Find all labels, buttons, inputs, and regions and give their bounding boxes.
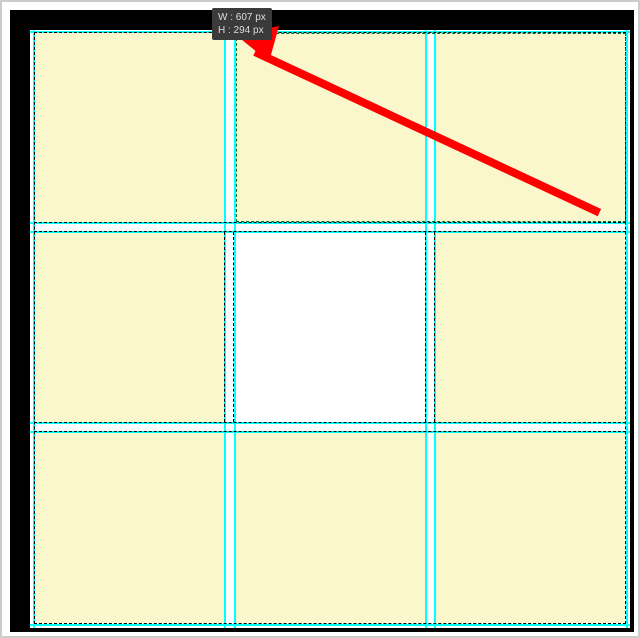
guide-horizontal[interactable] — [30, 624, 630, 626]
tooltip-width-label: W : 607 px — [218, 11, 266, 24]
selection-marquee-segment — [425, 232, 435, 422]
tooltip-height-label: H : 294 px — [218, 24, 266, 37]
selection-marquee-segment — [34, 222, 626, 232]
canvas[interactable] — [30, 30, 630, 628]
dimensions-tooltip: W : 607 px H : 294 px — [212, 8, 272, 40]
selection-marquee-segment — [224, 232, 234, 422]
outer-frame: W : 607 px H : 294 px — [0, 0, 640, 638]
guide-vertical[interactable] — [626, 30, 628, 628]
selection-marquee-segment — [34, 422, 626, 432]
canvas-border — [10, 10, 634, 632]
